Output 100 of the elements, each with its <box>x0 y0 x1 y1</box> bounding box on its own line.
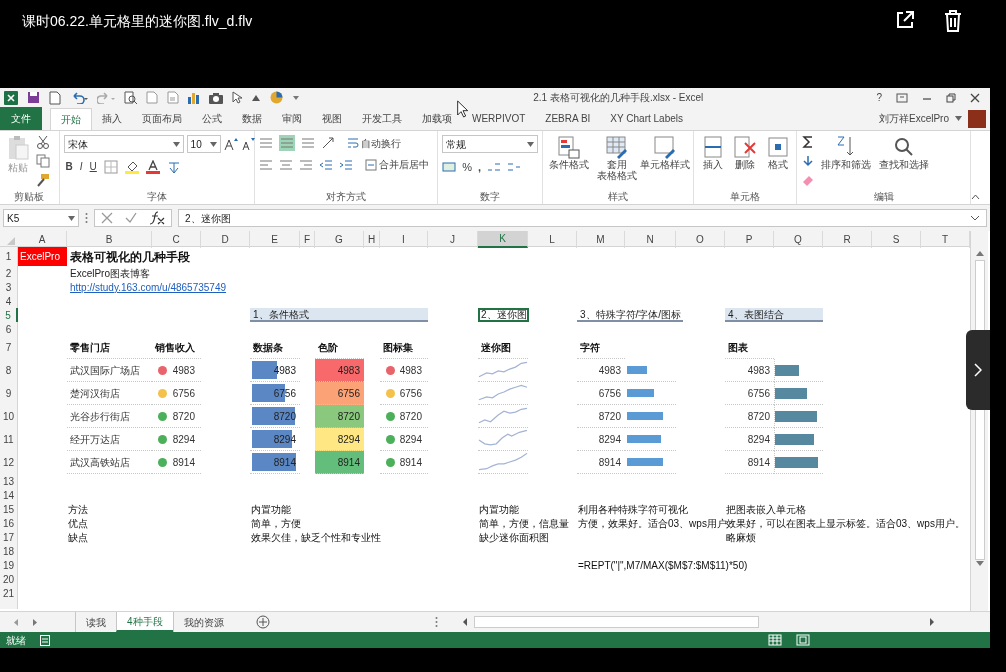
ribbon-tab[interactable]: 开始 <box>50 108 92 130</box>
grow-font-icon[interactable] <box>223 137 238 151</box>
previous-sheet-icon[interactable] <box>14 618 19 626</box>
normal-view-icon[interactable] <box>768 634 782 646</box>
drag-handle-icon[interactable] <box>85 212 88 224</box>
row-header[interactable]: 2 <box>0 266 18 280</box>
column-header[interactable]: Q <box>774 231 823 248</box>
ribbon-tab[interactable]: 视图 <box>312 107 352 130</box>
percent-button[interactable]: % <box>462 159 473 176</box>
pointer-icon[interactable] <box>232 91 242 104</box>
row-header[interactable]: 17 <box>0 530 18 544</box>
column-header[interactable]: G <box>315 231 364 248</box>
cancel-icon[interactable] <box>101 212 113 224</box>
column-header[interactable]: I <box>380 231 428 248</box>
link[interactable]: http://study.163.com/u/4865735749 <box>70 279 227 295</box>
fill-icon[interactable] <box>801 154 816 168</box>
italic-button[interactable]: I <box>79 159 83 174</box>
restore-icon[interactable] <box>946 92 956 103</box>
undo-icon[interactable] <box>70 91 88 104</box>
next-sheet-icon[interactable] <box>33 618 38 626</box>
next-video-button[interactable] <box>966 330 990 410</box>
column-header[interactable]: H <box>364 231 380 248</box>
eraser-icon[interactable] <box>801 173 816 187</box>
row-header[interactable]: 18 <box>0 544 18 558</box>
ribbon-button[interactable]: 查找和选择 <box>877 135 932 189</box>
camera-icon[interactable] <box>209 91 223 104</box>
add-sheet-icon[interactable] <box>255 615 270 629</box>
insert-function-icon[interactable] <box>149 211 165 225</box>
font-name-field[interactable]: 宋体 <box>63 135 184 153</box>
column-header[interactable]: N <box>625 231 676 248</box>
currency-icon[interactable] <box>442 160 457 175</box>
row-header[interactable]: 10 <box>0 405 18 428</box>
wrap-text-button[interactable]: 自动换行 <box>346 135 401 151</box>
ribbon-button[interactable]: 套用 表格格式 <box>595 135 640 189</box>
section-heading[interactable]: 3、特殊字符/字体/图标 <box>577 308 684 322</box>
fill-color-icon[interactable] <box>124 159 139 174</box>
share-icon[interactable] <box>894 9 916 31</box>
ribbon-tab[interactable]: XY Chart Labels <box>600 107 693 130</box>
font-size-field[interactable]: 10 <box>186 135 221 153</box>
ribbon-button[interactable]: 条件格式 <box>547 135 592 189</box>
save-icon[interactable] <box>27 91 40 104</box>
comma-button[interactable]: , <box>478 159 482 176</box>
avatar[interactable] <box>968 109 986 128</box>
column-header[interactable]: O <box>676 231 725 248</box>
ribbon-tab[interactable]: 插入 <box>92 107 132 130</box>
column-header[interactable]: K <box>478 231 528 248</box>
collapse-ribbon-icon[interactable] <box>971 194 980 200</box>
close-icon[interactable] <box>970 92 980 103</box>
ribbon-tab[interactable]: 开发工具 <box>352 107 412 130</box>
column-header[interactable]: P <box>725 231 774 248</box>
row-header[interactable]: 21 <box>0 586 18 600</box>
column-header[interactable]: M <box>577 231 625 248</box>
ribbon-tab[interactable]: 公式 <box>192 107 232 130</box>
row-header[interactable]: 19 <box>0 558 18 572</box>
row-header[interactable]: 3 <box>0 280 18 294</box>
row-header[interactable]: 6 <box>0 322 18 336</box>
up-triangle-icon[interactable] <box>251 93 261 102</box>
row-header[interactable]: 9 <box>0 382 18 405</box>
bar-chart-icon[interactable] <box>188 91 200 104</box>
bold-button[interactable]: B <box>65 159 73 174</box>
increase-indent-icon[interactable] <box>338 157 353 172</box>
column-header[interactable]: L <box>528 231 577 248</box>
ribbon-button[interactable]: 格式 <box>763 135 793 189</box>
underline-button[interactable]: U <box>89 159 97 174</box>
name-box[interactable]: K5 <box>3 209 79 227</box>
row-header[interactable]: 4 <box>0 294 18 308</box>
row-header[interactable]: 16 <box>0 516 18 530</box>
scroll-up-icon[interactable] <box>974 249 985 257</box>
ribbon-tab[interactable]: 文件 <box>0 107 42 130</box>
row-header[interactable]: 5 <box>0 308 18 322</box>
row-header[interactable]: 11 <box>0 428 18 451</box>
delete-icon[interactable] <box>942 9 964 33</box>
sheet-tab[interactable]: 4种手段 <box>116 612 173 632</box>
row-header[interactable]: 14 <box>0 488 18 502</box>
page-icon[interactable] <box>146 91 158 104</box>
column-header[interactable]: C <box>152 231 201 248</box>
row-header[interactable]: 12 <box>0 451 18 474</box>
help-button[interactable]: ? <box>876 90 882 105</box>
row-header[interactable]: 15 <box>0 502 18 516</box>
section-heading[interactable]: 2、迷你图 <box>478 308 529 322</box>
redo-icon[interactable] <box>97 91 115 104</box>
format-painter-icon[interactable] <box>36 173 50 187</box>
section-heading[interactable]: 4、表图结合 <box>725 308 823 322</box>
column-header[interactable]: R <box>823 231 872 248</box>
phonetic-icon[interactable] <box>166 159 181 174</box>
page-icon[interactable] <box>167 91 179 104</box>
caret-icon[interactable] <box>955 116 962 121</box>
scissors-icon[interactable] <box>36 135 50 149</box>
row-header[interactable]: 20 <box>0 572 18 586</box>
decrease-indent-icon[interactable] <box>318 157 333 172</box>
ribbon-tab[interactable]: 页面布局 <box>132 107 192 130</box>
horizontal-scrollbar[interactable] <box>473 616 759 628</box>
column-header[interactable]: S <box>872 231 921 248</box>
font-color-icon[interactable] <box>145 159 160 174</box>
orientation-icon[interactable] <box>320 136 335 150</box>
row-header[interactable]: 8 <box>0 359 18 382</box>
macro-record-icon[interactable] <box>40 634 50 646</box>
drag-handle-icon[interactable] <box>434 616 438 628</box>
enter-icon[interactable] <box>125 212 137 224</box>
section-heading[interactable]: 1、条件格式 <box>250 308 428 322</box>
